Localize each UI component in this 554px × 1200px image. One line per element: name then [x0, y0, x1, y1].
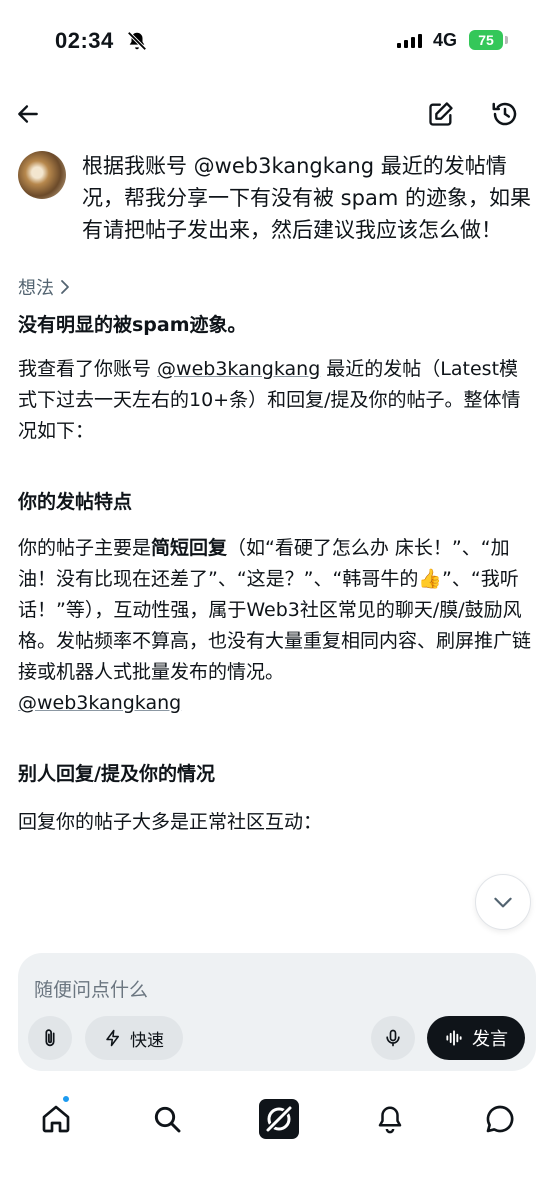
new-chat-button[interactable]	[421, 94, 461, 134]
mention-link[interactable]: @web3kangkang	[157, 358, 320, 380]
status-bar: 02:34 4G 75	[0, 0, 554, 80]
nav-search[interactable]	[144, 1096, 190, 1142]
composer-input[interactable]: 随便问点什么	[34, 975, 148, 1002]
microphone-icon	[386, 1029, 400, 1047]
bell-icon	[378, 1106, 402, 1134]
signal-icon	[397, 34, 422, 48]
conversation: 根据我账号 @web3kangkang 最近的发帖情况，帮我分享一下有没有被 s…	[18, 148, 536, 948]
section-heading-posts: 你的发帖特点	[18, 491, 133, 513]
composer: 随便问点什么 快速 发言	[18, 953, 536, 1071]
chat-bubble-icon	[486, 1105, 514, 1133]
intro-prefix: 我查看了你账号	[18, 358, 158, 380]
posts-mention: @web3kangkang	[18, 688, 536, 719]
lightning-icon	[106, 1029, 119, 1047]
history-icon	[492, 102, 517, 126]
back-button[interactable]	[8, 94, 48, 134]
mode-selector[interactable]: 快速	[85, 1016, 183, 1060]
mic-button[interactable]	[371, 1016, 415, 1060]
mode-label: 快速	[130, 1030, 164, 1051]
search-icon	[154, 1106, 181, 1133]
posts-text-1: 你的帖子主要是	[18, 537, 152, 559]
posts-paragraph: 你的帖子主要是简短回复（如“看硬了怎么办 床长！”、“加油！没有比现在还差了”、…	[18, 533, 536, 688]
bottom-nav	[0, 1080, 554, 1200]
summary-heading: 没有明显的被spam迹象。	[18, 314, 247, 336]
network-type: 4G	[433, 30, 458, 50]
intro-paragraph: 我查看了你账号 @web3kangkang 最近的发帖（Latest模式下过去一…	[18, 354, 536, 447]
bell-off-icon	[127, 31, 147, 51]
avatar	[18, 151, 66, 199]
chevron-down-icon	[494, 897, 512, 908]
thumbs-up-emoji: 👍	[418, 568, 443, 590]
speak-button[interactable]: 发言	[427, 1016, 525, 1060]
notification-dot	[61, 1094, 71, 1104]
thoughts-label: 想法	[18, 278, 54, 299]
top-header	[0, 90, 554, 140]
replies-paragraph: 回复你的帖子大多是正常社区互动：	[18, 811, 323, 833]
waveform-icon	[446, 1030, 462, 1046]
nav-home[interactable]	[33, 1096, 79, 1142]
mention-link[interactable]: @web3kangkang	[18, 692, 181, 714]
battery-icon: 75	[469, 30, 503, 50]
thoughts-toggle[interactable]: 想法	[18, 274, 536, 300]
paperclip-icon	[45, 1029, 55, 1047]
posts-bold: 简短回复	[151, 537, 228, 559]
user-message: 根据我账号 @web3kangkang 最近的发帖情况，帮我分享一下有没有被 s…	[18, 148, 536, 246]
compose-icon	[429, 102, 453, 126]
status-time: 02:34	[55, 28, 114, 53]
chevron-right-icon	[61, 280, 69, 294]
nav-grok[interactable]	[256, 1096, 302, 1142]
nav-messages[interactable]	[477, 1096, 523, 1142]
attach-button[interactable]	[28, 1016, 72, 1060]
scroll-down-button[interactable]	[475, 874, 531, 930]
home-icon	[42, 1105, 70, 1133]
history-button[interactable]	[485, 94, 525, 134]
nav-notifications[interactable]	[367, 1096, 413, 1142]
section-heading-replies: 别人回复/提及你的情况	[18, 763, 215, 785]
back-arrow-icon	[18, 105, 38, 123]
grok-icon	[259, 1099, 299, 1139]
battery-cap	[505, 36, 508, 44]
user-message-text: 根据我账号 @web3kangkang 最近的发帖情况，帮我分享一下有没有被 s…	[82, 154, 531, 242]
speak-label: 发言	[472, 1029, 508, 1050]
